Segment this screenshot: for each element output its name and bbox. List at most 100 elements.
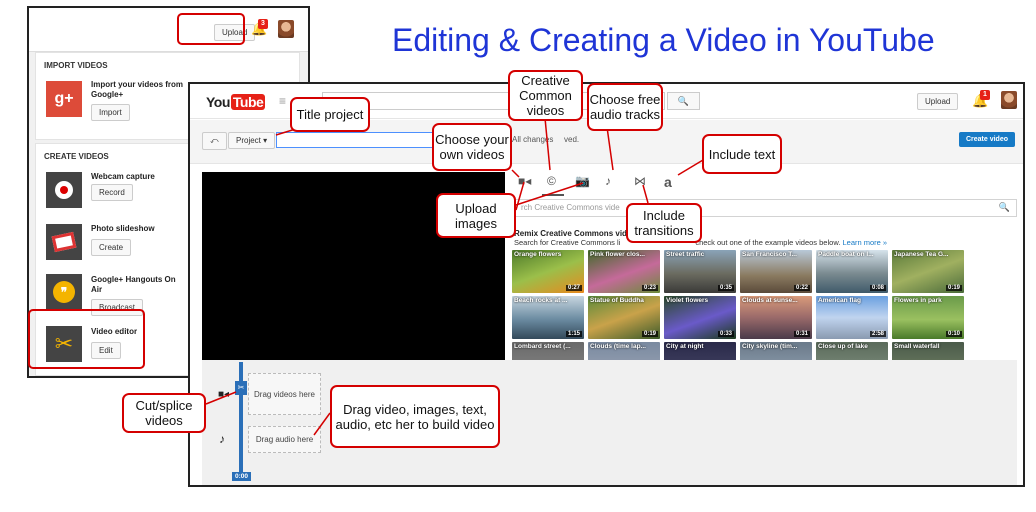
slide: Editing & Creating a Video in YouTube Up… [0, 0, 1036, 512]
thumbnail-title: Japanese Tea G... [894, 251, 949, 258]
webcam-icon [46, 172, 82, 208]
cc-desc-start: Search for Creative Commons li [514, 238, 621, 247]
cc-video-thumbnail[interactable]: Pink flower clos... 0:23 [588, 250, 660, 293]
thumbnail-title: Violet flowers [666, 297, 709, 304]
create-video-button[interactable]: Create video [958, 132, 1015, 147]
thumbnail-duration: 0:19 [945, 285, 962, 291]
cc-video-thumbnail[interactable]: Street traffic 0:35 [664, 250, 736, 293]
cc-search-input[interactable]: rch Creative Commons vide 🔍 [512, 199, 1017, 217]
thumbnail-title: City at night [666, 343, 704, 350]
editor-avatar[interactable] [1001, 91, 1017, 109]
thumbnail-duration: 0:31 [793, 331, 810, 337]
video-drop-zone[interactable]: Drag videos here [248, 373, 321, 415]
text-icon[interactable]: a [664, 174, 672, 190]
editor-upload-button[interactable]: Upload [917, 93, 959, 110]
video-camera-icon[interactable]: ■◂ [518, 174, 531, 188]
thumbnail-title: Clouds at sunse... [742, 297, 798, 304]
cc-video-thumbnail[interactable]: City skyline (tim... [740, 342, 812, 360]
slideshow-icon [46, 224, 82, 260]
thumbnail-duration: 0:22 [793, 285, 810, 291]
cc-video-thumbnail[interactable]: Japanese Tea G... 0:19 [892, 250, 964, 293]
learn-more-link[interactable]: Learn more » [843, 238, 888, 247]
search-icon[interactable]: 🔍 [667, 92, 700, 110]
create-section-title: CREATE VIDEOS [44, 152, 109, 161]
cc-video-thumbnail[interactable]: City at night [664, 342, 736, 360]
callout-creative-common: Creative Common videos [508, 70, 583, 121]
cc-video-thumbnail[interactable]: Orange flowers 0:27 [512, 250, 584, 293]
notification-badge: 3 [258, 19, 268, 29]
avatar[interactable] [278, 20, 294, 38]
creative-commons-icon[interactable]: © [547, 174, 556, 188]
callout-own-videos: Choose your own videos [432, 123, 512, 171]
import-button[interactable]: Import [91, 104, 130, 121]
thumbnail-duration: 0:27 [565, 285, 582, 291]
google-plus-icon: g+ [46, 81, 82, 117]
thumbnail-duration: 1:15 [565, 331, 582, 337]
cc-video-thumbnail[interactable]: Violet flowers 0:33 [664, 296, 736, 339]
transitions-icon[interactable]: ⋈ [634, 174, 646, 188]
hangouts-icon: ❞ [46, 274, 82, 310]
callout-cut-splice: Cut/splice videos [122, 393, 206, 433]
menu-icon[interactable]: ≡ [279, 94, 286, 108]
saved-status-start: All changes [512, 135, 554, 144]
cc-heading: Remix Creative Commons vide [514, 229, 632, 238]
audio-drop-zone[interactable]: Drag audio here [248, 426, 321, 453]
logo-tube: Tube [230, 94, 266, 110]
webcam-title: Webcam capture [91, 172, 155, 181]
youtube-logo[interactable]: You Tube [206, 94, 266, 110]
cc-video-thumbnail[interactable]: Flowers in park 0:10 [892, 296, 964, 339]
cc-video-thumbnail[interactable]: American flag 2:58 [816, 296, 888, 339]
thumbnail-duration: 0:19 [641, 331, 658, 337]
split-button[interactable]: ✂ [235, 381, 247, 395]
editor-notification-badge: 1 [980, 90, 990, 100]
cc-video-thumbnail[interactable]: Beach rocks at ... 1:15 [512, 296, 584, 339]
audio-track-icon: ♪ [219, 432, 225, 446]
callout-free-audio: Choose free audio tracks [587, 83, 663, 131]
record-button[interactable]: Record [91, 184, 133, 201]
thumbnail-duration: 0:35 [717, 285, 734, 291]
cc-video-thumbnail[interactable]: Clouds (time lap... [588, 342, 660, 360]
callout-include-transitions: Include transitions [626, 203, 702, 243]
cc-search-placeholder: rch Creative Commons vide [521, 203, 620, 212]
cc-video-thumbnail[interactable]: Paddle boat on l... 0:08 [816, 250, 888, 293]
source-tabs: ■◂ © 📷 ♪ ⋈ a [512, 174, 687, 196]
upload-highlight [177, 13, 245, 45]
thumbnail-duration: 0:33 [717, 331, 734, 337]
video-editor-window: You Tube ≡ 🔍 Upload 🔔 1 ⤺ Project ▾ All c… [188, 82, 1025, 487]
cc-video-thumbnail[interactable]: Close up of lake [816, 342, 888, 360]
thumbnail-title: Small waterfall [894, 343, 940, 350]
thumbnail-title: City skyline (tim... [742, 343, 798, 350]
top-bar: Upload 🔔 3 [29, 8, 308, 52]
cc-video-grid: Orange flowers 0:27 Pink flower clos... 0:2… [512, 250, 972, 360]
cc-video-thumbnail[interactable]: Small waterfall [892, 342, 964, 360]
cc-video-thumbnail[interactable]: San Francisco T... 0:22 [740, 250, 812, 293]
cc-video-thumbnail[interactable]: Statue of Buddha 0:19 [588, 296, 660, 339]
active-tab-indicator [542, 194, 564, 196]
thumbnail-title: Statue of Buddha [590, 297, 644, 304]
cc-video-thumbnail[interactable]: Clouds at sunse... 0:31 [740, 296, 812, 339]
import-title: Import your videos from Google+ [91, 80, 184, 99]
slide-title: Editing & Creating a Video in YouTube [392, 22, 935, 58]
thumbnail-title: Orange flowers [514, 251, 562, 258]
slideshow-title: Photo slideshow [91, 224, 155, 233]
playhead[interactable] [239, 362, 243, 480]
create-button[interactable]: Create [91, 239, 132, 256]
video-editor-highlight [28, 309, 145, 369]
thumbnail-title: Pink flower clos... [590, 251, 645, 258]
thumbnail-duration: 2:58 [869, 331, 886, 337]
cc-video-thumbnail[interactable]: Lombard street (... [512, 342, 584, 360]
cc-desc-end: check out one of the example videos belo… [695, 238, 841, 247]
project-label: Project [236, 136, 261, 145]
thumbnail-title: Flowers in park [894, 297, 942, 304]
project-dropdown[interactable]: Project ▾ [228, 132, 276, 149]
thumbnail-title: Beach rocks at ... [514, 297, 568, 304]
thumbnail-title: Lombard street (... [514, 343, 571, 350]
thumbnail-title: Street traffic [666, 251, 705, 258]
timeline: ■◂ ♪ Drag videos here Drag audio here ✂ … [202, 360, 1017, 485]
callout-drag-build: Drag video, images, text, audio, etc her… [330, 385, 500, 448]
music-note-icon[interactable]: ♪ [605, 174, 611, 188]
hangouts-title: Google+ Hangouts On Air [91, 275, 176, 294]
cc-search-icon[interactable]: 🔍 [999, 202, 1010, 213]
photo-camera-icon[interactable]: 📷 [575, 174, 590, 188]
back-button[interactable]: ⤺ [202, 132, 227, 150]
